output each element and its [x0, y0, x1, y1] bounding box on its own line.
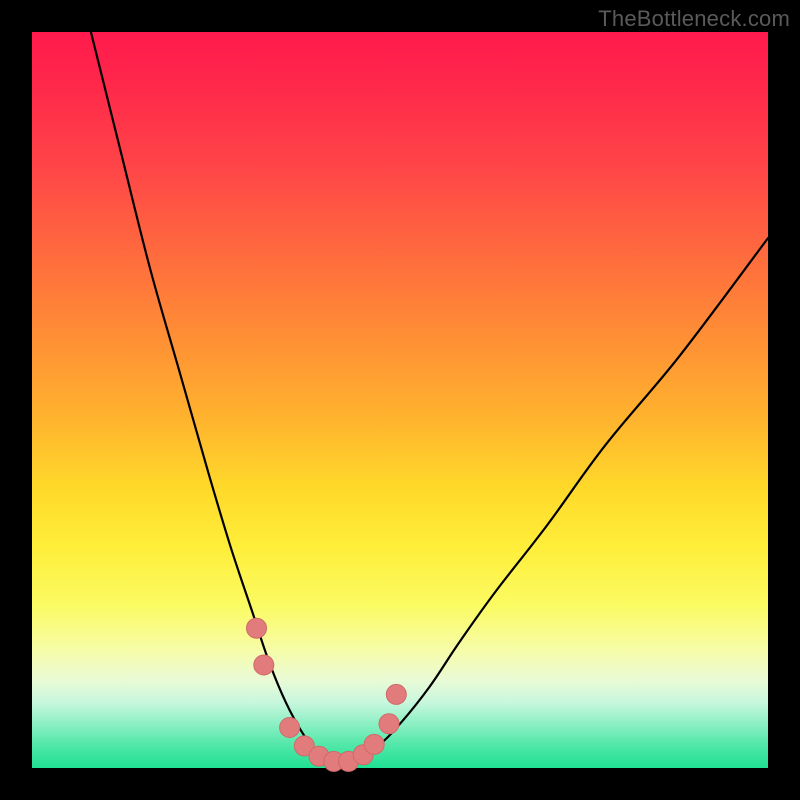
curve-marker	[386, 684, 406, 704]
curve-marker	[247, 618, 267, 638]
chart-frame: TheBottleneck.com	[0, 0, 800, 800]
curve-svg	[32, 32, 768, 768]
plot-area	[32, 32, 768, 768]
curve-marker	[280, 718, 300, 738]
curve-marker	[364, 734, 384, 754]
curve-marker	[379, 714, 399, 734]
watermark-text: TheBottleneck.com	[598, 6, 790, 32]
curve-marker	[254, 655, 274, 675]
curve-markers	[247, 618, 407, 771]
bottleneck-curve	[91, 32, 768, 764]
